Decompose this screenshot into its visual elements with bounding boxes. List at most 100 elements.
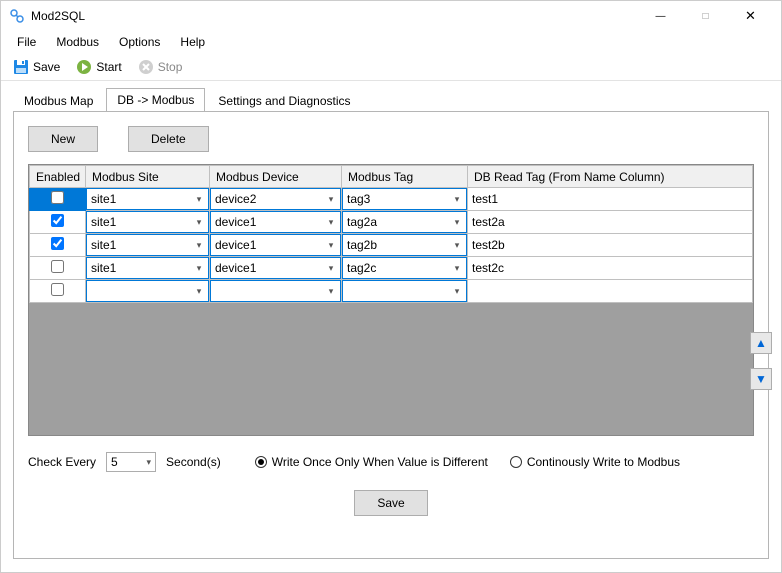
chevron-down-icon: ▾: [322, 240, 340, 251]
menu-file[interactable]: File: [9, 33, 44, 51]
chevron-down-icon: ▾: [448, 194, 466, 205]
app-icon: [9, 8, 25, 24]
toolbar-start-button[interactable]: Start: [70, 57, 127, 77]
menu-modbus[interactable]: Modbus: [48, 33, 107, 51]
maximize-button[interactable]: □: [683, 1, 728, 31]
site-value: site1: [91, 192, 190, 206]
col-header-enabled[interactable]: Enabled: [30, 166, 86, 188]
toolbar-save-label: Save: [33, 60, 60, 74]
table-row: site1▾device1▾tag2c▾test2c: [30, 257, 753, 280]
db-read-tag-cell[interactable]: test2b: [468, 238, 752, 252]
new-button[interactable]: New: [28, 126, 98, 152]
site-select[interactable]: site1▾: [86, 257, 209, 279]
toolbar-start-label: Start: [96, 60, 121, 74]
site-select[interactable]: site1▾: [86, 188, 209, 210]
enabled-checkbox[interactable]: [51, 260, 64, 273]
arrow-up-icon: ▲: [755, 336, 767, 350]
radio-write-once[interactable]: Write Once Only When Value is Different: [255, 455, 488, 469]
save-button[interactable]: Save: [354, 490, 427, 516]
radio-write-continuous[interactable]: Continously Write to Modbus: [510, 455, 680, 469]
tag-select[interactable]: tag2c▾: [342, 257, 467, 279]
tag-value: tag3: [347, 192, 448, 206]
chevron-down-icon: ▾: [147, 457, 152, 468]
device-value: device1: [215, 261, 322, 275]
col-header-tag[interactable]: Modbus Tag: [342, 166, 468, 188]
device-select[interactable]: device1▾: [210, 257, 341, 279]
save-icon: [13, 59, 29, 75]
col-header-db[interactable]: DB Read Tag (From Name Column): [468, 166, 753, 188]
check-every-label: Check Every: [28, 455, 96, 469]
toolbar-stop-label: Stop: [158, 60, 183, 74]
device-value: device2: [215, 192, 322, 206]
chevron-down-icon: ▾: [190, 217, 208, 228]
db-read-tag-cell[interactable]: test1: [468, 192, 752, 206]
site-select[interactable]: site1▾: [86, 234, 209, 256]
site-value: site1: [91, 215, 190, 229]
db-read-tag-cell[interactable]: test2a: [468, 215, 752, 229]
col-header-device[interactable]: Modbus Device: [210, 166, 342, 188]
delete-button[interactable]: Delete: [128, 126, 209, 152]
move-down-button[interactable]: ▼: [750, 368, 772, 390]
menu-options[interactable]: Options: [111, 33, 168, 51]
tag-value: tag2c: [347, 261, 448, 275]
radio-dot-icon: [510, 456, 522, 468]
menu-help[interactable]: Help: [172, 33, 213, 51]
bottom-controls: Check Every 5 ▾ Second(s) Write Once Onl…: [28, 452, 754, 472]
site-select[interactable]: ▾: [86, 280, 209, 302]
enabled-checkbox[interactable]: [51, 237, 64, 250]
minimize-button[interactable]: —: [638, 1, 683, 31]
toolbar-stop-button[interactable]: Stop: [132, 57, 189, 77]
chevron-down-icon: ▾: [190, 263, 208, 274]
toolbar: Save Start Stop: [1, 53, 781, 81]
site-value: site1: [91, 261, 190, 275]
radio-write-continuous-label: Continously Write to Modbus: [527, 455, 680, 469]
window-title: Mod2SQL: [31, 9, 85, 23]
tag-select[interactable]: tag2b▾: [342, 234, 467, 256]
device-select[interactable]: ▾: [210, 280, 341, 302]
arrow-down-icon: ▼: [755, 372, 767, 386]
radio-write-once-label: Write Once Only When Value is Different: [272, 455, 488, 469]
stop-icon: [138, 59, 154, 75]
table-row: ▾▾▾: [30, 280, 753, 303]
tab-db-modbus[interactable]: DB -> Modbus: [106, 88, 205, 112]
enabled-checkbox[interactable]: [51, 191, 64, 204]
site-select[interactable]: site1▾: [86, 211, 209, 233]
chevron-down-icon: ▾: [190, 194, 208, 205]
title-bar: Mod2SQL — □ ✕: [1, 1, 781, 31]
check-every-select[interactable]: 5 ▾: [106, 452, 156, 472]
toolbar-save-button[interactable]: Save: [7, 57, 66, 77]
site-value: site1: [91, 238, 190, 252]
enabled-checkbox[interactable]: [51, 283, 64, 296]
chevron-down-icon: ▾: [322, 194, 340, 205]
device-select[interactable]: device1▾: [210, 234, 341, 256]
chevron-down-icon: ▾: [322, 263, 340, 274]
move-up-button[interactable]: ▲: [750, 332, 772, 354]
grid: Enabled Modbus Site Modbus Device Modbus…: [28, 164, 754, 436]
col-header-site[interactable]: Modbus Site: [86, 166, 210, 188]
table-row: site1▾device1▾tag2a▾test2a: [30, 211, 753, 234]
enabled-checkbox[interactable]: [51, 214, 64, 227]
table-row: site1▾device1▾tag2b▾test2b: [30, 234, 753, 257]
db-read-tag-cell[interactable]: test2c: [468, 261, 752, 275]
device-select[interactable]: device2▾: [210, 188, 341, 210]
tab-settings-diagnostics[interactable]: Settings and Diagnostics: [207, 89, 361, 112]
tag-select[interactable]: tag3▾: [342, 188, 467, 210]
tag-value: tag2a: [347, 215, 448, 229]
chevron-down-icon: ▾: [448, 240, 466, 251]
chevron-down-icon: ▾: [448, 263, 466, 274]
tab-modbus-map[interactable]: Modbus Map: [13, 89, 104, 112]
seconds-label: Second(s): [166, 455, 221, 469]
tab-bar: Modbus Map DB -> Modbus Settings and Dia…: [1, 81, 781, 111]
device-select[interactable]: device1▾: [210, 211, 341, 233]
play-icon: [76, 59, 92, 75]
tag-value: tag2b: [347, 238, 448, 252]
menu-bar: File Modbus Options Help: [1, 31, 781, 53]
tag-select[interactable]: tag2a▾: [342, 211, 467, 233]
close-button[interactable]: ✕: [728, 1, 773, 31]
chevron-down-icon: ▾: [322, 286, 340, 297]
chevron-down-icon: ▾: [190, 286, 208, 297]
chevron-down-icon: ▾: [190, 240, 208, 251]
tag-select[interactable]: ▾: [342, 280, 467, 302]
check-every-value: 5: [111, 455, 118, 469]
chevron-down-icon: ▾: [448, 217, 466, 228]
